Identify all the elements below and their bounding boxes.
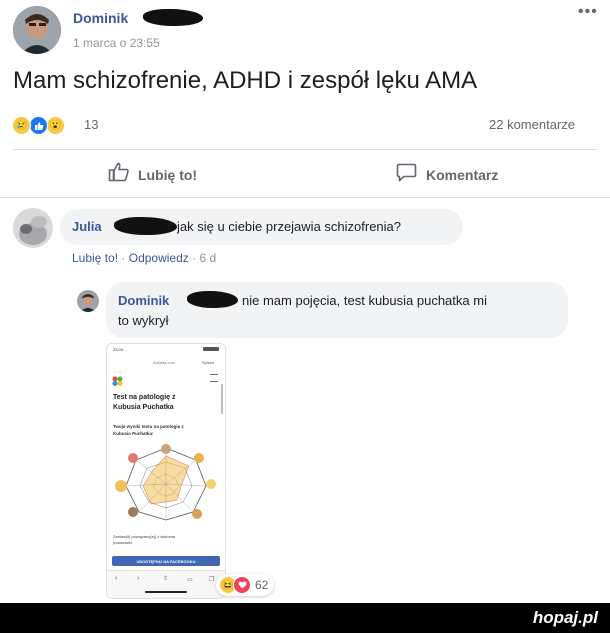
- reply-text-line-1: nie mam pojęcia, test kubusia puchatka m…: [242, 293, 487, 308]
- redacted-surname: [143, 9, 203, 26]
- comment-button-label: Komentarz: [426, 167, 499, 183]
- phone-nav-bar: ‹ › ⇧ ▭ ❐: [107, 570, 225, 598]
- redacted-surname: [114, 217, 177, 235]
- comment-author-julia[interactable]: Julia: [72, 219, 102, 234]
- quiz-title-line-2: Kubusia Puchatka: [113, 404, 174, 411]
- quiz-result-line-1: Twoje wyniki testu na patologię z: [113, 424, 184, 429]
- quiz-footer-line-2: postaciami.: [113, 540, 134, 545]
- sad-reaction-icon[interactable]: 😢: [12, 116, 31, 135]
- bookmarks-icon: ▭: [187, 577, 193, 583]
- watermark-logo: hopaj.pl: [532, 608, 598, 627]
- site-logo-icon: [112, 373, 124, 386]
- post-text: Mam schizofrenie, ADHD i zespół lęku AMA: [13, 67, 478, 94]
- reply-text-line-2: to wykrył: [118, 313, 169, 328]
- comment-time[interactable]: 6 d: [199, 251, 216, 265]
- watermark-bar: hopaj.pl: [0, 603, 610, 633]
- attached-phone-screenshot[interactable]: 23:03 Ankieta.com Spisek Test na patolog…: [106, 343, 226, 599]
- quiz-result-line-2: Kubusia Puchatka:: [113, 431, 154, 436]
- like-button-label: Lubię to!: [138, 166, 198, 183]
- comment-actions: Lubię to! · Odpowiedz · 6 d: [72, 251, 216, 265]
- radar-chart-image: [111, 444, 221, 522]
- comment-button[interactable]: Komentarz: [396, 163, 498, 187]
- comment-reply-link[interactable]: Odpowiedz: [129, 251, 189, 265]
- reply-reactions[interactable]: 😆 62: [216, 574, 275, 596]
- share-on-facebook-label: UDOSTĘPNIJ NA FACEBOOKU: [136, 558, 196, 564]
- phone-status-time: 23:03: [113, 347, 124, 352]
- forward-icon: ›: [137, 575, 140, 582]
- phone-status-icons: [203, 347, 219, 351]
- speech-bubble-icon: [396, 163, 417, 187]
- love-reaction-icon: [233, 576, 251, 594]
- author-avatar[interactable]: [13, 6, 61, 54]
- separator: ·: [121, 251, 129, 265]
- comment-like-link[interactable]: Lubię to!: [72, 251, 118, 265]
- reply-author-name[interactable]: Dominik: [118, 293, 169, 308]
- phone-scrollbar: [221, 384, 223, 414]
- like-button[interactable]: Lubię to!: [108, 162, 197, 187]
- divider-bottom: [0, 197, 610, 198]
- share-icon: ⇧: [163, 576, 169, 582]
- phone-url: Ankieta.com: [153, 360, 176, 365]
- reply-reaction-count: 62: [255, 578, 269, 592]
- redacted-surname: [187, 291, 238, 308]
- reply-bubble: [106, 282, 568, 338]
- comment-count[interactable]: 22 komentarze: [489, 117, 575, 132]
- divider-top: [13, 149, 597, 150]
- quiz-footer-line-1: Zestaw(ił) powiązany(ej) z wieloma: [113, 534, 176, 539]
- commenter-avatar-julia[interactable]: [13, 208, 53, 248]
- like-reaction-icon[interactable]: [29, 116, 48, 135]
- phone-share-menu: Spisek: [202, 360, 215, 365]
- reply-author-avatar[interactable]: [77, 290, 99, 312]
- back-icon: ‹: [115, 575, 118, 582]
- home-indicator: [145, 591, 187, 593]
- more-icon[interactable]: •••: [578, 3, 598, 21]
- post-timestamp[interactable]: 1 marca o 23:55: [73, 36, 160, 50]
- share-on-facebook-button[interactable]: UDOSTĘPNIJ NA FACEBOOKU: [112, 556, 220, 566]
- phone-menu-icon: [210, 374, 218, 382]
- reaction-count[interactable]: 13: [84, 117, 98, 132]
- thumbs-up-icon: [108, 162, 130, 187]
- post-author-name[interactable]: Dominik: [73, 10, 128, 26]
- quiz-title-line-1: Test na patologię z: [113, 394, 176, 401]
- wow-reaction-icon[interactable]: 😮: [46, 116, 65, 135]
- tabs-icon: ❐: [209, 577, 215, 583]
- comment-text: jak się u ciebie przejawia schizofrenia?: [177, 219, 402, 234]
